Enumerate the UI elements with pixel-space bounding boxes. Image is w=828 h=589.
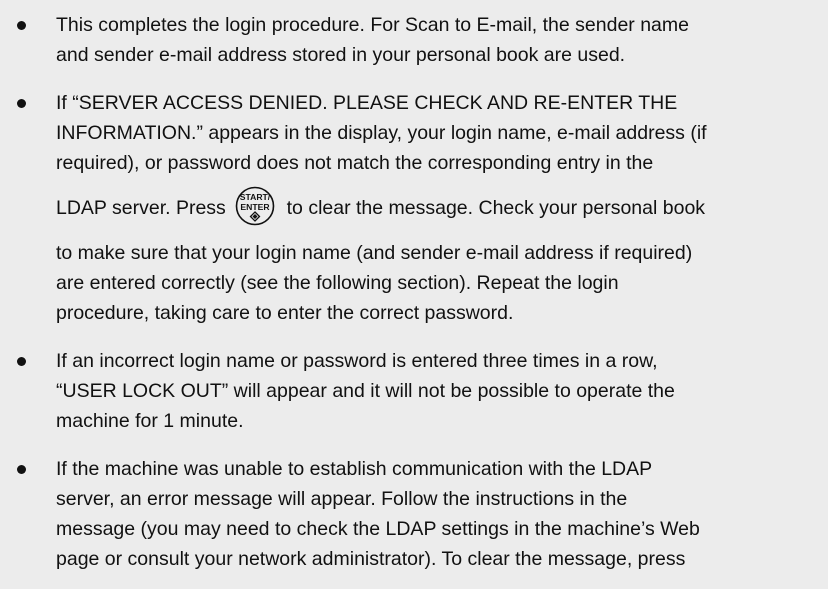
text-line: and sender e-mail address stored in your… xyxy=(56,44,626,66)
text-line: machine for 1 minute. xyxy=(56,410,244,432)
text-line: are entered correctly (see the following… xyxy=(56,272,619,294)
bullet-ldap-communication-error: If the machine was unable to establish c… xyxy=(0,454,828,574)
text-line: procedure, taking care to enter the corr… xyxy=(56,302,514,324)
text-line: INFORMATION.” appears in the display, yo… xyxy=(56,122,707,144)
bullet-dot-icon xyxy=(17,357,26,366)
text-line: This completes the login procedure. For … xyxy=(56,14,689,36)
text-segment: to clear the message. Check your persona… xyxy=(286,197,706,219)
manual-page: This completes the login procedure. For … xyxy=(0,0,828,589)
text-line: server, an error message will appear. Fo… xyxy=(56,488,628,510)
text-line: page or consult your network administrat… xyxy=(56,548,686,570)
text-line: If the machine was unable to establish c… xyxy=(56,458,653,480)
text-line: required), or password does not match th… xyxy=(56,152,654,174)
text-line: message (you may need to check the LDAP … xyxy=(56,518,700,540)
text-line: “USER LOCK OUT” will appear and it will … xyxy=(56,380,675,402)
bullet-dot-icon xyxy=(17,21,26,30)
text-segment: LDAP server. Press xyxy=(56,197,226,219)
bullet-login-complete: This completes the login procedure. For … xyxy=(0,10,828,70)
text-line-with-key: LDAP server. Press START/ ENTER to clear… xyxy=(56,178,816,238)
bullet-dot-icon xyxy=(17,99,26,108)
bullet-user-lock-out: If an incorrect login name or password i… xyxy=(0,346,828,436)
text-line: If an incorrect login name or password i… xyxy=(56,350,658,372)
text-line: to make sure that your login name (and s… xyxy=(56,242,693,264)
bullet-dot-icon xyxy=(17,465,26,474)
bullet-server-access-denied: If “SERVER ACCESS DENIED. PLEASE CHECK A… xyxy=(0,88,828,328)
start-enter-key-icon: START/ ENTER xyxy=(235,186,275,226)
key-top-label: START/ xyxy=(240,192,271,202)
key-bottom-label: ENTER xyxy=(241,202,271,212)
text-line: If “SERVER ACCESS DENIED. PLEASE CHECK A… xyxy=(56,92,678,114)
